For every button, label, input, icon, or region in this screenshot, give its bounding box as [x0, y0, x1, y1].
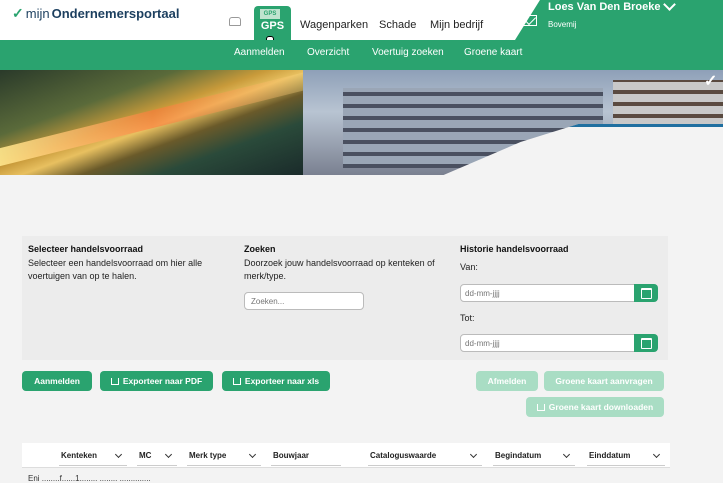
search-input[interactable] [244, 292, 364, 310]
export-pdf-label: Exporteer naar PDF [122, 376, 203, 386]
car-icon[interactable] [229, 17, 241, 26]
groene-kaart-aanvragen-button[interactable]: Groene kaart aanvragen [544, 371, 664, 391]
column-merk-type-label: Merk type [189, 451, 227, 460]
afmelden-button[interactable]: Afmelden [476, 371, 538, 391]
logo-prefix: mijn [25, 6, 50, 21]
groene-kaart-downloaden-button[interactable]: Groene kaart downloaden [526, 397, 664, 417]
subnav-voertuig-zoeken[interactable]: Voertuig zoeken [372, 47, 444, 58]
chevron-down-icon [652, 450, 661, 459]
subnav-overzicht[interactable]: Overzicht [307, 47, 349, 58]
nav-gps[interactable]: GPS GPS [254, 6, 291, 40]
nav-wagenparken[interactable]: Wagenparken [300, 19, 368, 31]
logo-check-icon: ✓ [12, 5, 24, 21]
download-icon [232, 378, 241, 385]
van-label: Van: [460, 262, 478, 272]
user-name[interactable]: Loes Van Den Broeke [548, 1, 661, 13]
column-merk-type[interactable]: Merk type [187, 446, 261, 466]
chevron-down-icon [114, 450, 123, 459]
column-einddatum-label: Einddatum [589, 451, 631, 460]
zoeken-title: Zoeken [244, 244, 276, 254]
column-kenteken-label: Kenteken [61, 451, 98, 460]
gps-mini-label: GPS [260, 9, 280, 19]
column-mc-label: MC [139, 451, 152, 460]
corner-check-icon: ✓ [704, 73, 718, 90]
aanmelden-button[interactable]: Aanmelden [22, 371, 92, 391]
voorraad-text: Selecteer een handelsvoorraad om hier al… [28, 258, 203, 281]
chevron-down-icon [164, 450, 173, 459]
groene-kaart-downloaden-label: Groene kaart downloaden [548, 402, 654, 412]
groene-kaart-aanvragen-label: Groene kaart aanvragen [555, 376, 653, 386]
nav-gps-label: GPS [260, 20, 285, 32]
table-row: Eni ........f......1........ ........ ..… [28, 474, 151, 483]
chevron-down-icon [248, 450, 257, 459]
tot-calendar-icon[interactable] [634, 334, 658, 352]
export-xls-button[interactable]: Exporteer naar xls [222, 371, 330, 391]
hero-banner [0, 70, 723, 175]
historie-title: Historie handelsvoorraad [460, 244, 569, 254]
column-bouwjaar[interactable]: Bouwjaar [271, 446, 341, 466]
hero-photo-traffic [0, 70, 306, 175]
logo[interactable]: ✓ mijn Ondernemersportaal [12, 5, 179, 22]
subnav-groene-kaart[interactable]: Groene kaart [464, 47, 522, 58]
column-begindatum[interactable]: Begindatum [493, 446, 575, 466]
download-icon [110, 378, 119, 385]
column-einddatum[interactable]: Einddatum [587, 446, 665, 466]
mail-icon[interactable] [522, 15, 537, 26]
sub-navigation: Aanmelden Overzicht Voertuig zoeken Groe… [0, 40, 723, 70]
column-begindatum-label: Begindatum [495, 451, 542, 460]
subnav-aanmelden[interactable]: Aanmelden [234, 47, 285, 58]
van-date-input[interactable] [460, 284, 635, 302]
export-xls-label: Exporteer naar xls [244, 376, 320, 386]
aanmelden-label: Aanmelden [34, 376, 80, 386]
export-pdf-button[interactable]: Exporteer naar PDF [100, 371, 213, 391]
column-bouwjaar-label: Bouwjaar [273, 451, 310, 460]
chevron-down-icon [562, 450, 571, 459]
nav-mijn-bedrijf[interactable]: Mijn bedrijf [430, 19, 483, 31]
tot-date-input[interactable] [460, 334, 635, 352]
zoeken-text: Doorzoek jouw handelsvoorraad op kenteke… [244, 258, 435, 281]
nav-schade[interactable]: Schade [379, 19, 416, 31]
download-icon [536, 404, 545, 411]
column-cataloguswaarde[interactable]: Cataloguswaarde [368, 446, 482, 466]
column-mc[interactable]: MC [137, 446, 177, 466]
tot-label: Tot: [460, 313, 475, 323]
column-cataloguswaarde-label: Cataloguswaarde [370, 451, 437, 460]
chevron-down-icon [469, 450, 478, 459]
afmelden-label: Afmelden [487, 376, 527, 386]
van-calendar-icon[interactable] [634, 284, 658, 302]
column-kenteken[interactable]: Kenteken [59, 446, 127, 466]
voorraad-title: Selecteer handelsvoorraad [28, 244, 144, 254]
user-company: Bovemij [548, 20, 577, 29]
logo-name: Ondernemersportaal [51, 6, 180, 21]
